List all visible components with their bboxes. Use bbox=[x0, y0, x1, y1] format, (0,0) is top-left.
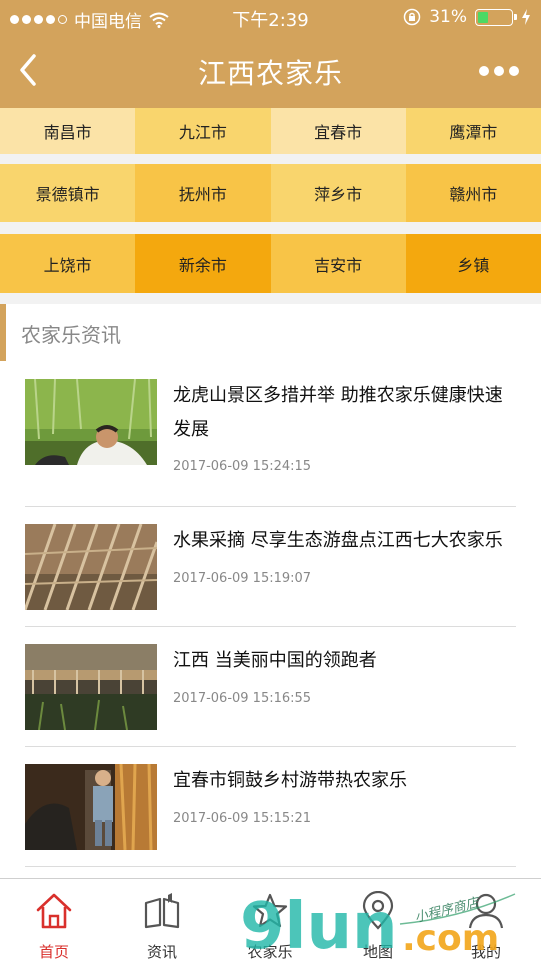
city-button-yingtan[interactable]: 鹰潭市 bbox=[405, 108, 541, 154]
divider bbox=[0, 293, 541, 304]
city-button-xinyu[interactable]: 新余市 bbox=[135, 234, 271, 293]
city-row: 南昌市 九江市 宜春市 鹰潭市 bbox=[0, 108, 541, 154]
book-icon bbox=[144, 893, 180, 929]
city-row: 上饶市 新余市 吉安市 乡镇 bbox=[0, 234, 541, 293]
news-thumbnail bbox=[25, 379, 157, 465]
news-item[interactable]: 水果采摘 尽享生态游盘点江西七大农家乐 2017-06-09 15:19:07 bbox=[25, 524, 516, 610]
divider bbox=[0, 222, 541, 234]
city-button-township[interactable]: 乡镇 bbox=[405, 234, 541, 293]
news-thumbnail bbox=[25, 524, 157, 610]
tab-label: 首页 bbox=[38, 943, 69, 960]
news-title: 江西 当美丽中国的领跑者 bbox=[173, 650, 377, 671]
city-row: 景德镇市 抚州市 萍乡市 赣州市 bbox=[0, 164, 541, 222]
charging-icon bbox=[522, 9, 530, 25]
news-item[interactable]: 江西 当美丽中国的领跑者 2017-06-09 15:16:55 bbox=[25, 644, 516, 730]
section-title: 农家乐资讯 bbox=[21, 323, 121, 347]
divider bbox=[25, 866, 516, 867]
news-item[interactable]: 龙虎山景区多措并举 助推农家乐健康快速发展 2017-06-09 15:24:1… bbox=[25, 379, 516, 491]
news-date: 2017-06-09 15:24:15 bbox=[173, 459, 312, 474]
city-button-shangrao[interactable]: 上饶市 bbox=[0, 234, 136, 293]
rotation-lock-icon bbox=[403, 8, 421, 26]
header: 中国电信 下午2:39 31% 江西农家乐 bbox=[0, 0, 541, 108]
svg-text:9lun: 9lun bbox=[240, 890, 398, 960]
city-button-pingxiang[interactable]: 萍乡市 bbox=[270, 164, 406, 222]
home-icon bbox=[36, 893, 72, 929]
news-title: 龙虎山景区多措并举 助推农家乐健康快速发展 bbox=[173, 385, 503, 440]
news-thumbnail bbox=[25, 644, 157, 730]
city-button-nanchang[interactable]: 南昌市 bbox=[0, 108, 136, 154]
more-icon[interactable] bbox=[479, 66, 519, 76]
news-date: 2017-06-09 15:16:55 bbox=[173, 691, 312, 706]
city-button-yichun[interactable]: 宜春市 bbox=[270, 108, 406, 154]
city-button-jiujiang[interactable]: 九江市 bbox=[135, 108, 271, 154]
news-item[interactable]: 宜春市铜鼓乡村游带热农家乐 2017-06-09 15:15:21 bbox=[25, 764, 516, 850]
tab-home[interactable]: 首页 bbox=[0, 879, 108, 960]
news-title: 宜春市铜鼓乡村游带热农家乐 bbox=[173, 770, 407, 791]
news-thumbnail bbox=[25, 764, 157, 850]
battery-icon bbox=[475, 8, 517, 26]
nav-bar: 江西农家乐 bbox=[0, 36, 541, 108]
battery-percent: 31% bbox=[429, 7, 467, 27]
status-bar: 中国电信 下午2:39 31% bbox=[0, 0, 541, 36]
city-button-jian[interactable]: 吉安市 bbox=[270, 234, 406, 293]
divider bbox=[0, 154, 541, 164]
tab-label: 资讯 bbox=[146, 943, 177, 960]
city-button-jingdezhen[interactable]: 景德镇市 bbox=[0, 164, 136, 222]
news-title: 水果采摘 尽享生态游盘点江西七大农家乐 bbox=[173, 530, 503, 551]
divider bbox=[25, 506, 516, 507]
news-date: 2017-06-09 15:19:07 bbox=[173, 571, 312, 586]
divider bbox=[25, 626, 516, 627]
news-date: 2017-06-09 15:15:21 bbox=[173, 811, 312, 826]
divider bbox=[25, 746, 516, 747]
city-button-fuzhou[interactable]: 抚州市 bbox=[135, 164, 271, 222]
tab-news[interactable]: 资讯 bbox=[108, 879, 216, 960]
section-accent-bar bbox=[0, 304, 6, 361]
watermark-logo: 9lun .com 小程序商店 bbox=[240, 890, 516, 960]
page-title: 江西农家乐 bbox=[197, 57, 343, 90]
city-button-ganzhou[interactable]: 赣州市 bbox=[405, 164, 541, 222]
